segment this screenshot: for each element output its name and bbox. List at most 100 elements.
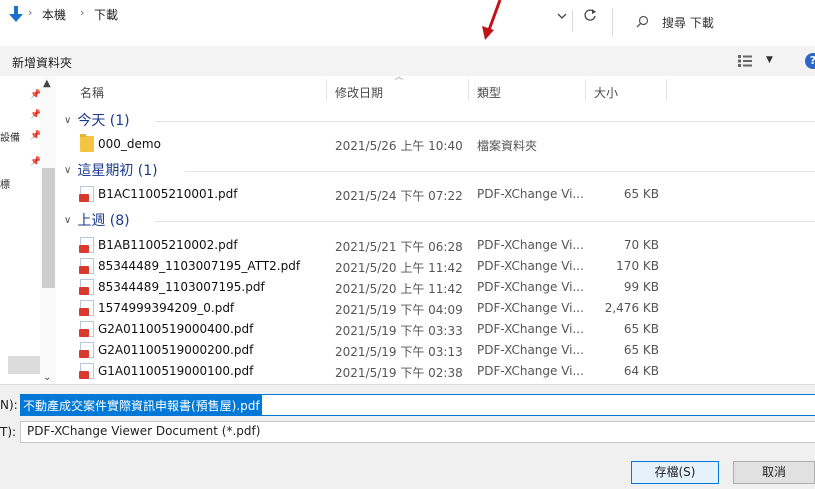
pdf-file-icon [79, 279, 94, 295]
file-size: 65 KB [623, 187, 659, 201]
pdf-file-icon [79, 300, 94, 316]
file-type: PDF-XChange Vi... [477, 301, 584, 315]
group-divider [185, 171, 815, 172]
pin-icon[interactable]: 📌 [30, 90, 41, 100]
annotation-arrow-icon [482, 0, 502, 40]
column-divider[interactable] [666, 79, 667, 101]
pdf-file-icon [79, 363, 94, 379]
file-date: 2021/5/20 上午 11:42 [335, 282, 463, 296]
filetype-value[interactable]: PDF-XChange Viewer Document (*.pdf) [27, 424, 260, 438]
file-date: 2021/5/24 下午 07:22 [335, 189, 463, 203]
file-name: 000_demo [98, 137, 161, 151]
file-name: 1574999394209_0.pdf [98, 301, 235, 315]
list-item[interactable]: 85344489_1103007195.pdf 2021/5/20 上午 11:… [76, 277, 815, 298]
group-divider [155, 121, 815, 122]
breadcrumb-this-pc[interactable]: 本機 [42, 6, 66, 23]
file-date: 2021/5/19 下午 03:33 [335, 324, 463, 338]
group-header-last-week[interactable]: ∨ 上週 (8) [64, 210, 130, 230]
column-header-size[interactable]: 大小 [594, 84, 618, 101]
scroll-down-icon[interactable]: ⌄ [43, 372, 51, 383]
file-type: PDF-XChange Vi... [477, 364, 584, 378]
toolbar: 新增資料夾 ▼ ? [0, 46, 815, 76]
file-name: B1AB11005210002.pdf [98, 238, 238, 252]
pin-icon[interactable]: 📌 [30, 157, 41, 167]
nav-horizontal-scrollbar[interactable] [8, 356, 40, 374]
file-name: G2A01100519000200.pdf [98, 343, 254, 357]
filename-value[interactable]: 不動產成交案件實際資訊申報書(預售屋).pdf [21, 395, 262, 415]
save-button[interactable]: 存檔(S) [631, 461, 719, 484]
nav-scrollbar-thumb[interactable] [42, 168, 55, 288]
file-type: PDF-XChange Vi... [477, 187, 584, 201]
file-type: PDF-XChange Vi... [477, 238, 584, 252]
column-divider[interactable] [585, 79, 586, 101]
file-size: 170 KB [616, 259, 659, 273]
file-date: 2021/5/19 下午 04:09 [335, 303, 463, 317]
file-name: 85344489_1103007195.pdf [98, 280, 265, 294]
group-header-today[interactable]: ∨ 今天 (1) [64, 110, 130, 130]
nav-item-label[interactable]: 設備 [0, 129, 20, 144]
folder-icon [80, 134, 94, 152]
list-item[interactable]: B1AB11005210002.pdf 2021/5/21 下午 06:28 P… [76, 235, 815, 256]
file-name: B1AC11005210001.pdf [98, 187, 238, 201]
refresh-icon[interactable] [583, 8, 597, 22]
column-header-name[interactable]: 名稱 [80, 84, 104, 101]
file-size: 99 KB [623, 280, 659, 294]
group-title: 上週 (8) [77, 213, 130, 229]
group-divider [155, 221, 815, 222]
list-item[interactable]: G2A01100519000200.pdf 2021/5/19 下午 03:13… [76, 340, 815, 361]
help-icon[interactable]: ? [805, 53, 815, 69]
pdf-file-icon [79, 342, 94, 358]
file-date: 2021/5/26 上午 10:40 [335, 139, 463, 153]
column-divider[interactable] [326, 79, 327, 101]
address-divider [572, 10, 573, 32]
view-options-icon[interactable] [738, 55, 752, 67]
collapse-chevron-icon[interactable]: ∨ [64, 215, 71, 226]
scroll-up-icon[interactable]: ▲ [43, 78, 51, 89]
list-item[interactable]: 85344489_1103007195_ATT2.pdf 2021/5/20 上… [76, 256, 815, 277]
list-item[interactable]: G2A01100519000400.pdf 2021/5/19 下午 03:33… [76, 319, 815, 340]
file-date: 2021/5/19 下午 03:13 [335, 345, 463, 359]
list-item[interactable]: G1A01100519000100.pdf 2021/5/19 下午 02:38… [76, 361, 815, 382]
file-size: 70 KB [623, 238, 659, 252]
filetype-label: T): [0, 425, 17, 439]
cancel-button[interactable]: 取消 [733, 461, 815, 484]
pdf-file-icon [79, 237, 94, 253]
list-item[interactable]: B1AC11005210001.pdf 2021/5/24 下午 07:22 P… [76, 184, 815, 205]
pdf-file-icon [79, 258, 94, 274]
breadcrumb-downloads[interactable]: 下載 [94, 6, 118, 23]
pdf-file-icon [79, 186, 94, 202]
file-date: 2021/5/20 上午 11:42 [335, 261, 463, 275]
file-type: PDF-XChange Vi... [477, 343, 584, 357]
breadcrumb-separator-icon: › [80, 6, 85, 19]
breadcrumb-separator-icon: › [28, 6, 33, 19]
address-dropdown-icon[interactable] [556, 10, 568, 22]
list-item[interactable]: 1574999394209_0.pdf 2021/5/19 下午 04:09 P… [76, 298, 815, 319]
panel-divider [0, 384, 815, 385]
column-divider[interactable] [468, 79, 469, 101]
file-type: PDF-XChange Vi... [477, 322, 584, 336]
search-box[interactable]: 搜尋 下載 [622, 8, 815, 36]
file-name: 85344489_1103007195_ATT2.pdf [98, 259, 301, 273]
file-name: G1A01100519000100.pdf [98, 364, 254, 378]
file-type: PDF-XChange Vi... [477, 259, 584, 273]
nav-item-label[interactable]: 標 [0, 176, 10, 191]
group-title: 今天 (1) [77, 113, 130, 129]
file-size: 65 KB [623, 322, 659, 336]
new-folder-button[interactable]: 新增資料夾 [12, 54, 72, 71]
search-input[interactable]: 搜尋 下載 [662, 14, 714, 31]
file-date: 2021/5/19 下午 02:38 [335, 366, 463, 380]
list-item[interactable]: 000_demo 2021/5/26 上午 10:40 檔案資料夾 [76, 134, 815, 155]
pin-icon[interactable]: 📌 [30, 131, 41, 141]
file-type: 檔案資料夾 [477, 139, 538, 153]
address-row: › 本機 › 下載 搜尋 下載 [0, 0, 815, 44]
group-header-this-week[interactable]: ∨ 這星期初 (1) [64, 160, 158, 180]
pin-icon[interactable]: 📌 [30, 110, 41, 120]
collapse-chevron-icon[interactable]: ∨ [64, 115, 71, 126]
address-divider [612, 8, 613, 36]
column-header-date[interactable]: 修改日期 [335, 84, 383, 101]
pdf-file-icon [79, 321, 94, 337]
file-type: PDF-XChange Vi... [477, 280, 584, 294]
column-header-type[interactable]: 類型 [477, 84, 501, 101]
view-dropdown-icon[interactable]: ▼ [766, 55, 773, 65]
collapse-chevron-icon[interactable]: ∨ [64, 165, 71, 176]
